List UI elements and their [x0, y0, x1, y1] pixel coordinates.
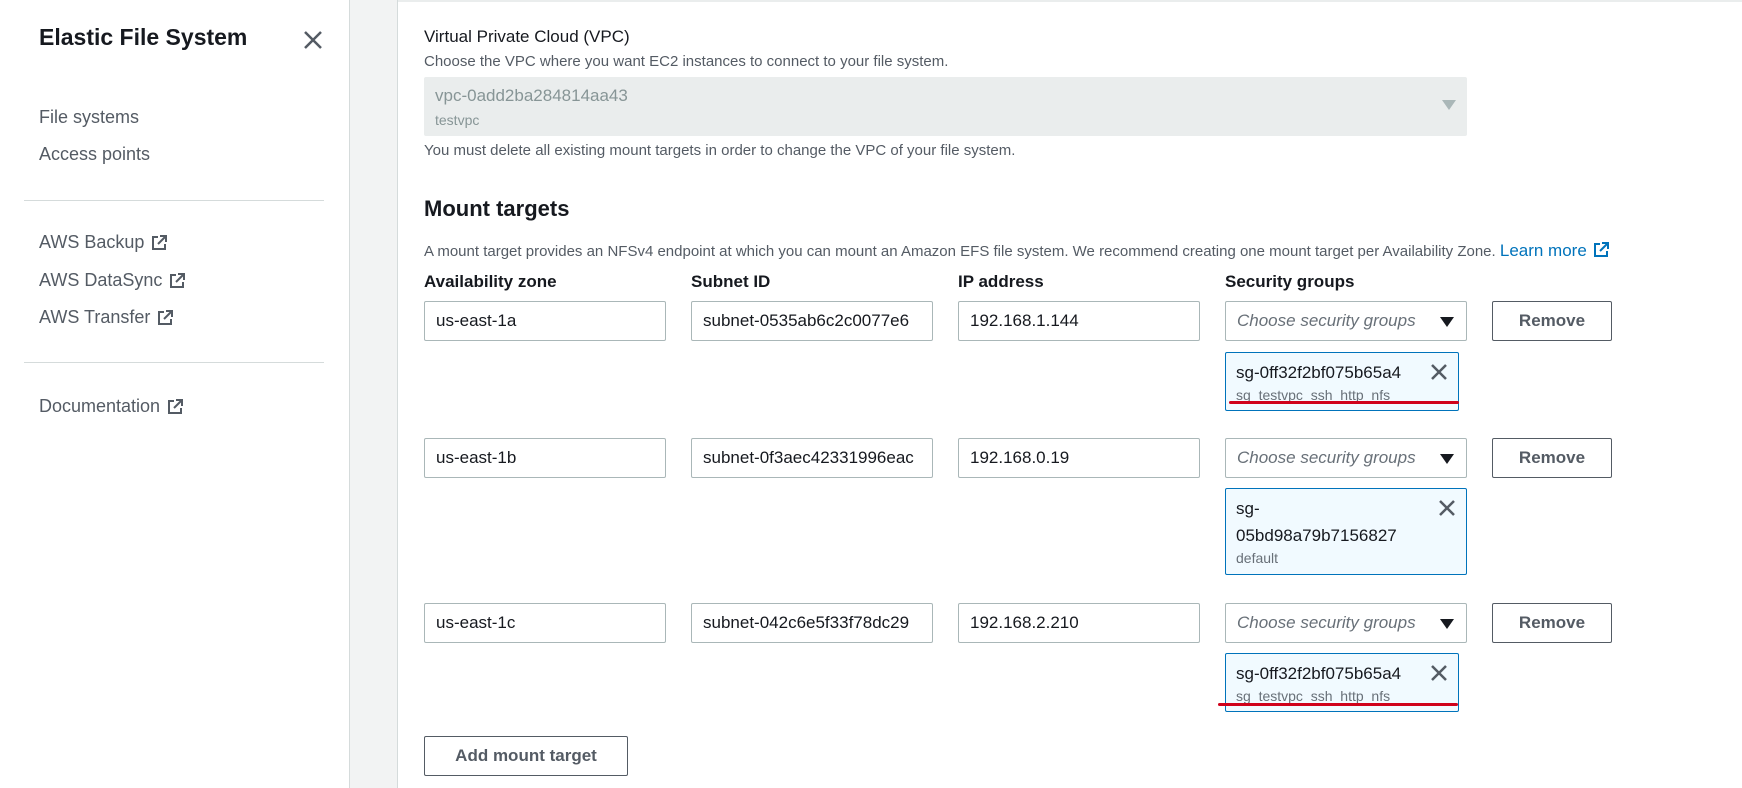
header-security-groups: Security groups — [1225, 272, 1355, 291]
content-gutter — [350, 0, 398, 788]
security-groups-select[interactable]: Choose security groups — [1225, 603, 1467, 643]
sidebar-item-label: AWS Transfer — [39, 307, 151, 327]
vpc-select-sublabel: testvpc — [435, 112, 480, 128]
sidebar-item-label: File systems — [39, 107, 140, 127]
external-link-icon — [170, 272, 186, 288]
caret-down-icon — [1440, 619, 1454, 629]
sidebar-item-label: AWS DataSync — [39, 270, 163, 290]
mount-targets-title: Mount targets — [424, 196, 570, 221]
mount-targets-description: A mount target provides an NFSv4 endpoin… — [424, 241, 1610, 261]
vpc-select: vpc-0add2ba284814aa43 testvpc — [424, 77, 1467, 136]
external-link-icon — [158, 309, 174, 325]
external-link-icon — [168, 398, 184, 414]
ip-address-input[interactable]: 192.168.2.210 — [958, 603, 1200, 643]
header-availability-zone: Availability zone — [424, 272, 557, 291]
vpc-description: Choose the VPC where you want EC2 instan… — [424, 53, 949, 70]
annotation-underline — [1229, 401, 1459, 404]
remove-token-icon[interactable] — [1436, 497, 1458, 519]
sidebar-divider — [24, 200, 324, 201]
ip-address-input[interactable]: 192.168.1.144 — [958, 301, 1200, 341]
availability-zone-field[interactable]: us-east-1b — [424, 438, 666, 478]
annotation-underline — [1218, 703, 1458, 706]
sidebar-item-file-systems[interactable]: File systems — [39, 107, 139, 128]
remove-token-icon[interactable] — [1428, 662, 1450, 684]
security-groups-placeholder: Choose security groups — [1237, 448, 1416, 467]
security-groups-placeholder: Choose security groups — [1237, 311, 1416, 330]
add-mount-target-button[interactable]: Add mount target — [424, 736, 628, 776]
subnet-id-field[interactable]: subnet-042c6e5f33f78dc29 — [691, 603, 933, 643]
header-subnet-id: Subnet ID — [691, 272, 771, 291]
availability-zone-field[interactable]: us-east-1a — [424, 301, 666, 341]
remove-token-icon[interactable] — [1428, 361, 1450, 383]
caret-down-icon — [1440, 317, 1454, 327]
security-groups-placeholder: Choose security groups — [1237, 613, 1416, 632]
sidebar-divider — [24, 362, 324, 363]
learn-more-label: Learn more — [1499, 241, 1587, 260]
subnet-id-field[interactable]: subnet-0535ab6c2c0077e6 — [691, 301, 933, 341]
sidebar-item-aws-datasync[interactable]: AWS DataSync — [39, 270, 186, 291]
security-group-name: default — [1236, 550, 1279, 566]
security-group-id-line2: 05bd98a79b7156827 — [1236, 526, 1397, 545]
sidebar-item-aws-transfer[interactable]: AWS Transfer — [39, 307, 174, 328]
sidebar-item-label: Access points — [39, 144, 151, 164]
external-link-icon — [152, 234, 168, 250]
security-group-token: sg- 05bd98a79b7156827 default — [1225, 488, 1467, 575]
remove-button[interactable]: Remove — [1492, 301, 1612, 341]
security-group-id-line1: sg- — [1236, 499, 1260, 518]
remove-button[interactable]: Remove — [1492, 603, 1612, 643]
ip-address-input[interactable]: 192.168.0.19 — [958, 438, 1200, 478]
security-groups-select[interactable]: Choose security groups — [1225, 438, 1467, 478]
side-navigation: Elastic File System File systems Access … — [0, 0, 350, 788]
external-link-icon — [1593, 242, 1609, 257]
security-group-id: sg-0ff32f2bf075b65a4 — [1236, 363, 1402, 382]
caret-down-icon — [1442, 100, 1456, 110]
sidebar-item-label: AWS Backup — [39, 232, 145, 252]
remove-button[interactable]: Remove — [1492, 438, 1612, 478]
vpc-note: You must delete all existing mount targe… — [424, 142, 1016, 159]
availability-zone-field[interactable]: us-east-1c — [424, 603, 666, 643]
caret-down-icon — [1440, 454, 1454, 464]
mount-targets-description-text: A mount target provides an NFSv4 endpoin… — [424, 243, 1496, 260]
sidebar-title: Elastic File System — [39, 24, 248, 50]
sidebar-item-aws-backup[interactable]: AWS Backup — [39, 232, 168, 253]
sidebar-item-documentation[interactable]: Documentation — [39, 396, 184, 417]
close-icon[interactable] — [300, 27, 326, 53]
top-divider — [398, 0, 1742, 2]
subnet-id-field[interactable]: subnet-0f3aec42331996eac — [691, 438, 933, 478]
sidebar-item-label: Documentation — [39, 396, 161, 416]
sidebar-item-access-points[interactable]: Access points — [39, 144, 150, 165]
header-ip-address: IP address — [958, 272, 1044, 291]
vpc-label: Virtual Private Cloud (VPC) — [424, 27, 630, 46]
security-group-id: sg-0ff32f2bf075b65a4 — [1236, 664, 1402, 683]
security-groups-select[interactable]: Choose security groups — [1225, 301, 1467, 341]
vpc-select-value: vpc-0add2ba284814aa43 — [435, 86, 628, 105]
learn-more-link[interactable]: Learn more — [1500, 241, 1610, 260]
